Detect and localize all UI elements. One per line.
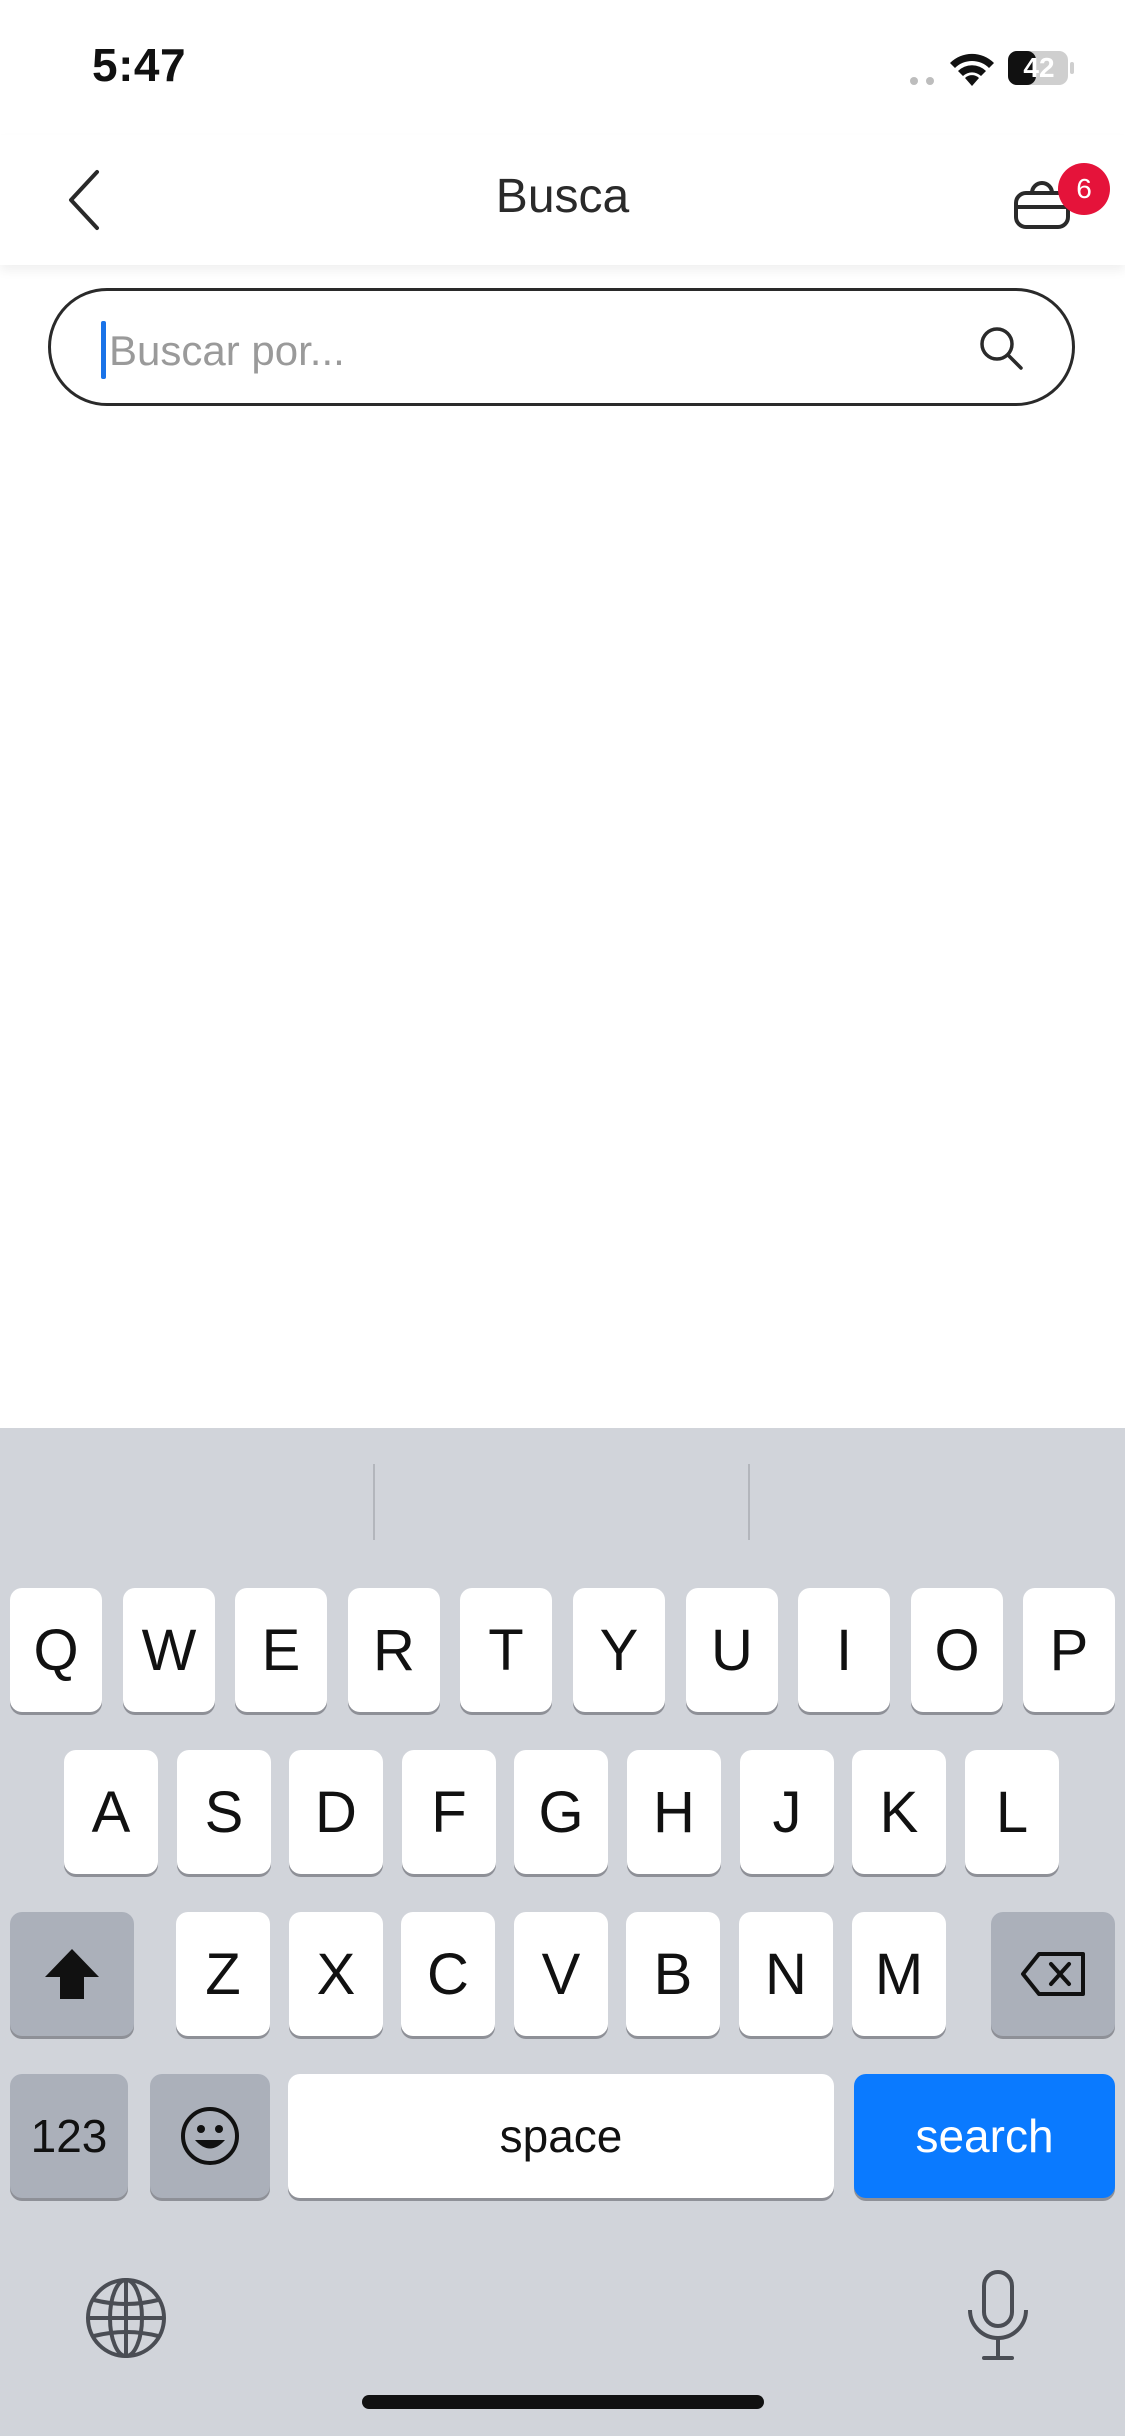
- key-y[interactable]: Y: [573, 1588, 665, 1712]
- microphone-icon[interactable]: [958, 2268, 1038, 2364]
- numbers-key[interactable]: 123: [10, 2074, 128, 2198]
- search-input[interactable]: [107, 315, 971, 387]
- key-q[interactable]: Q: [10, 1588, 102, 1712]
- cart-count-badge: 6: [1058, 163, 1110, 215]
- key-s[interactable]: S: [177, 1750, 271, 1874]
- shift-icon: [45, 1949, 99, 1999]
- battery-level: 42: [1023, 52, 1055, 83]
- key-t[interactable]: T: [460, 1588, 552, 1712]
- wifi-icon: [950, 53, 994, 86]
- suggestion-divider: [748, 1464, 750, 1540]
- key-j[interactable]: J: [740, 1750, 834, 1874]
- key-r[interactable]: R: [348, 1588, 440, 1712]
- key-o[interactable]: O: [911, 1588, 1003, 1712]
- suggestion-bar: [0, 1428, 1125, 1578]
- home-indicator[interactable]: [362, 2395, 764, 2409]
- key-i[interactable]: I: [798, 1588, 890, 1712]
- shopping-bag-button[interactable]: 6: [1010, 163, 1110, 243]
- key-u[interactable]: U: [686, 1588, 778, 1712]
- key-h[interactable]: H: [627, 1750, 721, 1874]
- key-e[interactable]: E: [235, 1588, 327, 1712]
- key-z[interactable]: Z: [176, 1912, 270, 2036]
- backspace-key[interactable]: [991, 1912, 1115, 2036]
- page-title: Busca: [495, 170, 630, 223]
- search-key[interactable]: search: [854, 2074, 1115, 2198]
- emoji-icon: [181, 2107, 239, 2165]
- key-n[interactable]: N: [739, 1912, 833, 2036]
- header: Busca 6: [0, 135, 1125, 265]
- key-w[interactable]: W: [123, 1588, 215, 1712]
- text-caret: [101, 321, 106, 379]
- status-time: 5:47: [92, 39, 187, 91]
- search-box[interactable]: [48, 288, 1075, 406]
- key-d[interactable]: D: [289, 1750, 383, 1874]
- key-p[interactable]: P: [1023, 1588, 1115, 1712]
- key-a[interactable]: A: [64, 1750, 158, 1874]
- globe-icon[interactable]: [84, 2276, 168, 2360]
- search-icon[interactable]: [976, 323, 1026, 373]
- key-v[interactable]: V: [514, 1912, 608, 2036]
- status-bar: 5:47 42: [0, 0, 1125, 135]
- key-g[interactable]: G: [514, 1750, 608, 1874]
- space-key[interactable]: space: [288, 2074, 834, 2198]
- key-c[interactable]: C: [401, 1912, 495, 2036]
- key-x[interactable]: X: [289, 1912, 383, 2036]
- backspace-icon: [1021, 1952, 1085, 1996]
- key-k[interactable]: K: [852, 1750, 946, 1874]
- battery-icon: 42: [1007, 50, 1075, 86]
- key-b[interactable]: B: [626, 1912, 720, 2036]
- emoji-key[interactable]: [150, 2074, 270, 2198]
- suggestion-divider: [373, 1464, 375, 1540]
- shift-key[interactable]: [10, 1912, 134, 2036]
- cellular-signal-icon: [910, 77, 934, 85]
- key-f[interactable]: F: [402, 1750, 496, 1874]
- key-l[interactable]: L: [965, 1750, 1059, 1874]
- key-m[interactable]: M: [852, 1912, 946, 2036]
